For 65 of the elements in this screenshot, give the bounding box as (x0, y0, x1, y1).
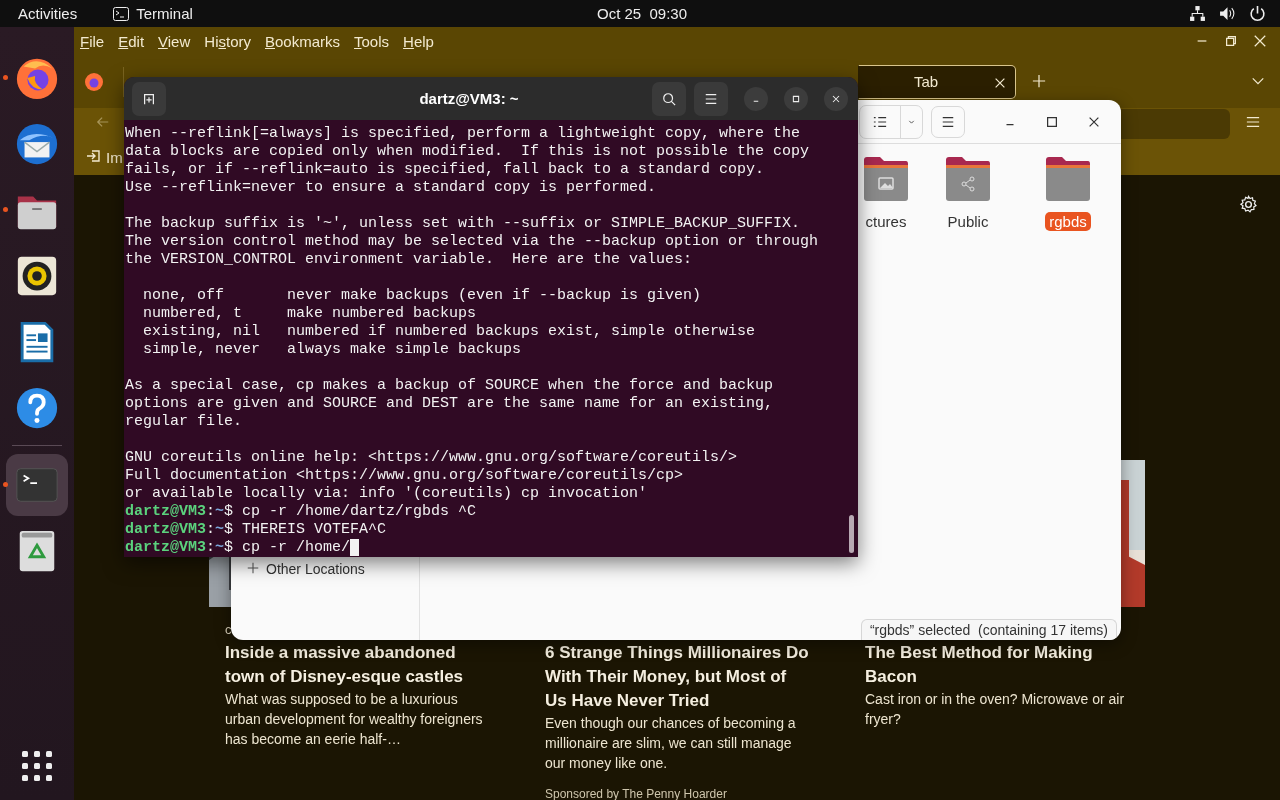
terminal-line: simple, never always make simple backups (142, 341, 523, 359)
maximize-icon[interactable] (784, 86, 808, 111)
article-description: Even though our chances of becoming a millionaire are slim, we can still manage our money like one. (545, 714, 797, 773)
activities-button[interactable]: Activities (18, 5, 78, 22)
terminal-line: data blocks are copied only when modified. If this is not possible the copy (125, 143, 811, 161)
power-icon[interactable] (1249, 5, 1266, 22)
terminal-line: dartz@VM3:~$ cp -r /home/ (125, 539, 858, 557)
folder-label[interactable]: Public (943, 212, 993, 231)
folder-icon (862, 156, 910, 202)
terminal-line: regular file. (125, 413, 244, 431)
terminal-line: the VERSION_CONTROL environment variable. Here are the values: (125, 251, 694, 269)
terminal-line: numbered, t make numbered backups (142, 305, 478, 323)
folder-label[interactable]: rgbds (1045, 212, 1091, 231)
search-icon[interactable] (652, 81, 686, 116)
terminal-line: As a special case, cp makes a backup of SOURCE when the force and backup (125, 377, 775, 395)
sponsor-label: Sponsored by The Penny Hoarder (545, 787, 728, 800)
terminal-line: dartz@VM3:~$ THEREIS VOTEFA^C (125, 521, 388, 539)
menu-icon[interactable] (694, 81, 728, 116)
folder-icon (1044, 156, 1092, 202)
app-grid-icon[interactable] (21, 750, 53, 782)
new-tab-icon[interactable] (132, 81, 166, 116)
folder-label[interactable]: ctures (861, 212, 911, 231)
article-title[interactable]: 6 Strange Things Millionaires Do With Their Money, but Most of Us Have Never Tried (545, 641, 809, 713)
menu-icon[interactable] (931, 105, 965, 138)
terminal-line: The version control method may be selected via the --backup option or through (125, 233, 820, 251)
network-icon[interactable] (1189, 5, 1206, 22)
settings-icon[interactable] (1239, 195, 1258, 214)
terminal-icon (113, 6, 130, 21)
menu-item[interactable]: View (158, 32, 191, 50)
article-description: What was supposed to be a luxurious urban development for wealthy foreigners has become an eerie half-… (225, 690, 484, 749)
menu-item[interactable]: File (80, 32, 105, 50)
app-menu[interactable]: Terminal (136, 5, 193, 22)
menu-item[interactable]: History (204, 32, 251, 50)
terminal-line: fails, or if --reflink=auto is specified, fall back to a standard copy. (125, 161, 766, 179)
menu-item[interactable]: Edit (118, 32, 145, 50)
volume-icon[interactable] (1219, 5, 1236, 22)
menu-item[interactable]: Bookmarks (265, 32, 341, 50)
article-title[interactable]: Inside a massive abandoned town of Disney-esque castles (225, 641, 489, 689)
close-icon[interactable] (1253, 34, 1267, 48)
window-title: dartz@VM3: ~ (418, 90, 520, 107)
article-title[interactable]: The Best Method for Making Bacon (865, 641, 1129, 689)
clock[interactable]: Oct 25 09:30 (596, 5, 688, 22)
menu-item[interactable]: Tools (354, 32, 390, 50)
browser-tab[interactable]: Tab (858, 64, 1016, 99)
article-category: c (225, 622, 232, 637)
help-icon (14, 385, 60, 431)
terminal-line: The backup suffix is '~', unless set with --suffix or SIMPLE_BACKUP_SUFFIX. (125, 215, 802, 233)
terminal-line: When --reflink[=always] is specified, perform a lightweight copy, where the (125, 125, 802, 143)
terminal-line: options are given and SOURCE and DEST are the same name for an existing, (125, 395, 775, 413)
folder-icon (944, 156, 992, 202)
terminal-line: dartz@VM3:~$ cp -r /home/dartz/rgbds ^C (125, 503, 478, 521)
terminal-line: existing, nil numbered if numbered backups exist, simple otherwise (142, 323, 757, 341)
terminal-line: Use --reflink=never to ensure a standard copy is performed. (125, 179, 658, 197)
status-label: “rgbds” selected (containing 17 items) (860, 619, 1117, 640)
terminal-line: GNU coreutils online help: <https://www.gnu.org/software/coreutils/> (125, 449, 739, 467)
mail-icon (14, 121, 60, 167)
restore-icon[interactable] (1224, 34, 1238, 48)
menu-item[interactable]: Help (403, 32, 434, 50)
article-description: Cast iron or in the oven? Microwave or air fryer? (865, 690, 1126, 729)
sidebar-item[interactable]: Other Locations (247, 561, 419, 577)
terminal-line: none, off never make backups (even if --backup is given) (142, 287, 703, 305)
firefox-icon[interactable] (84, 71, 104, 92)
bookmark-item[interactable]: Im (86, 148, 123, 167)
terminal-line: or available locally via: info '(coreutils) cp invocation' (125, 485, 649, 503)
terminal-line: Full documentation <https://www.gnu.org/software/coreutils/cp> (125, 467, 685, 485)
